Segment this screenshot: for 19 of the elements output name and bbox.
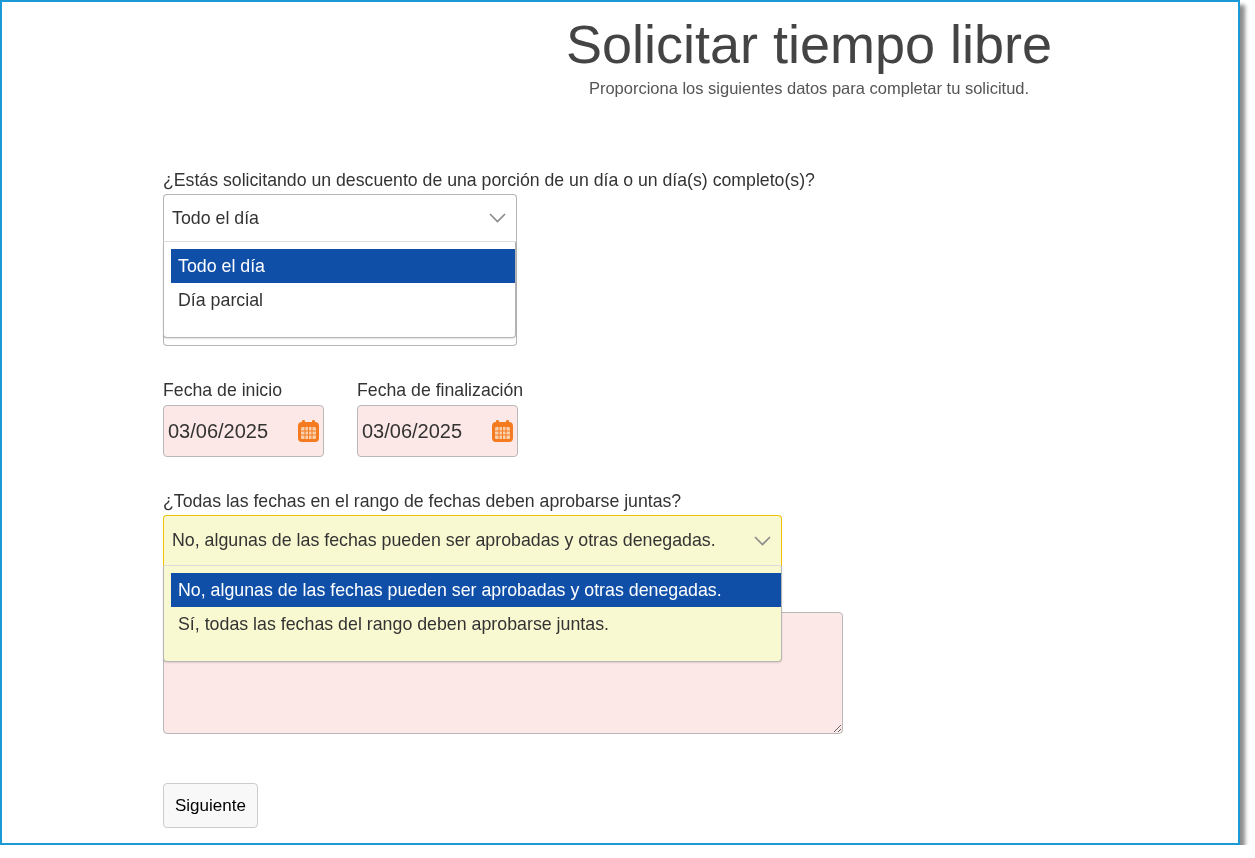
calendar-icon[interactable] (492, 420, 513, 442)
dropdown-option[interactable]: Todo el día (171, 249, 515, 283)
next-button[interactable]: Siguiente (163, 783, 258, 828)
field-label: Fecha de finalización (357, 380, 524, 400)
dropdown-option[interactable]: Día parcial (171, 283, 515, 317)
chevron-down-icon (489, 213, 506, 223)
dropdown-select[interactable]: No, algunas de las fechas pueden ser aprobadas y otras denegadas. (163, 515, 782, 566)
dropdown-option[interactable]: Sí, todas las fechas del rango deben aprobarse juntas. (171, 607, 781, 641)
dropdown-option[interactable]: No, algunas de las fechas pueden ser aprobadas y otras denegadas. (171, 573, 781, 607)
field-label: ¿Estás solicitando un descuento de una porción de un día o un día(s) completo(s)? (163, 170, 815, 190)
chevron-down-icon (753, 535, 771, 546)
dropdown-select[interactable]: Todo el día (163, 194, 517, 242)
page-title: Solicitar tiempo libre (565, 14, 1053, 74)
date-field[interactable]: 03/06/2025 (163, 405, 324, 457)
date-field[interactable]: 03/06/2025 (357, 405, 518, 457)
page-subtitle: Proporciona los siguientes datos para completar tu solicitud. (588, 78, 1030, 98)
field-label: Fecha de inicio (163, 380, 282, 400)
field-label: ¿Todas las fechas en el rango de fechas deben aprobarse juntas? (163, 491, 682, 511)
calendar-icon[interactable] (298, 420, 319, 442)
